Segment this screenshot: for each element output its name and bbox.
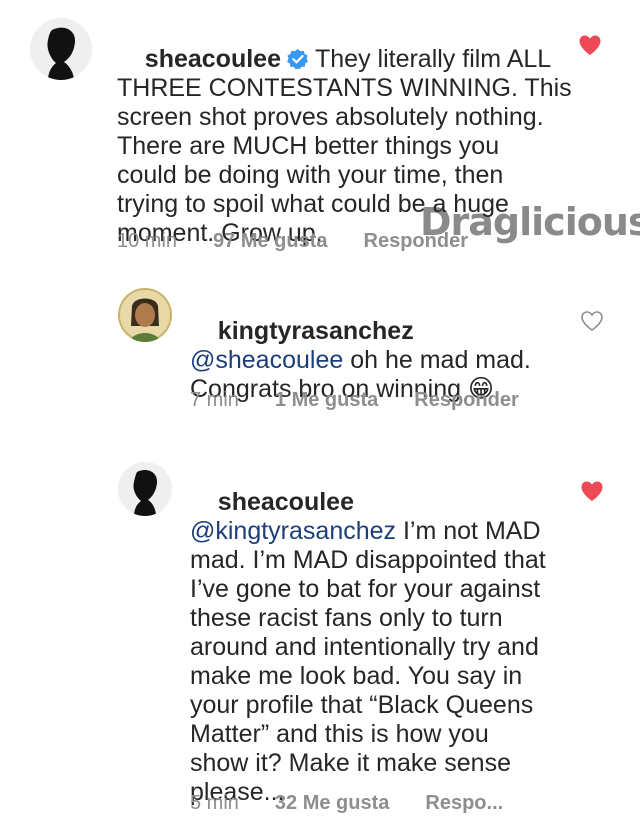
comment-meta: 10 min 97 Me gusta Responder xyxy=(117,230,468,253)
comment-text-line: your profile that “Black Queens xyxy=(190,691,534,719)
verified-badge-icon xyxy=(287,48,309,70)
avatar[interactable] xyxy=(118,462,172,516)
comment-text-line: make me look bad. You say in xyxy=(190,662,523,690)
comment-time: 10 min xyxy=(117,230,178,252)
heart-liked-icon[interactable] xyxy=(580,480,604,502)
comment-text-line: could be doing with your time, then xyxy=(117,161,504,189)
comment-username[interactable]: sheacoulee xyxy=(145,45,281,73)
comment-username[interactable]: sheacoulee xyxy=(218,488,354,516)
comment-mention[interactable]: @sheacoulee xyxy=(190,346,343,374)
avatar[interactable] xyxy=(118,288,172,342)
comment-text-line: I’ve gone to bat for your against xyxy=(190,575,541,603)
heart-outline-icon[interactable] xyxy=(580,310,604,332)
heart-liked-icon[interactable] xyxy=(578,34,602,56)
avatar-image xyxy=(30,18,92,80)
comment-text-line: I’m not MAD xyxy=(396,517,541,545)
comment-text-line: They literally film ALL xyxy=(314,45,552,73)
avatar-image xyxy=(118,288,172,342)
reply-button[interactable]: Responder xyxy=(364,230,468,253)
comment-text-line: Matter” and this is how you xyxy=(190,720,489,748)
comment-likes[interactable]: 32 Me gusta xyxy=(275,792,389,815)
comment-text-line: these racist fans only to turn xyxy=(190,604,503,632)
comment-text-line: There are MUCH better things you xyxy=(117,132,500,160)
avatar-image xyxy=(118,462,172,516)
comment-text-line: oh he mad mad. xyxy=(343,346,531,374)
comment-mention[interactable]: @kingtyrasanchez xyxy=(190,517,396,545)
reply-button[interactable]: Responder xyxy=(414,389,518,412)
comment-time: 5 min xyxy=(190,792,239,814)
comment-likes[interactable]: 97 Me gusta xyxy=(213,230,327,253)
comment-text-line: THREE CONTESTANTS WINNING. This xyxy=(117,74,572,102)
comment-meta: 7 min 1 Me gusta Responder xyxy=(190,389,519,412)
comment-username[interactable]: kingtyrasanchez xyxy=(218,317,414,345)
comment-text-line: mad. I’m MAD disappointed that xyxy=(190,546,546,574)
comment-text-line: screen shot proves absolutely nothing. xyxy=(117,103,544,131)
comment-text-line: trying to spoil what could be a huge xyxy=(117,190,509,218)
comment-likes[interactable]: 1 Me gusta xyxy=(275,389,378,412)
comment-text-line: show it? Make it make sense xyxy=(190,749,511,777)
comment-meta: 5 min 32 Me gusta Respo... xyxy=(190,792,503,815)
comment-time: 7 min xyxy=(190,389,239,411)
comment-text-line: around and intentionally try and xyxy=(190,633,539,661)
reply-button[interactable]: Respo... xyxy=(425,792,503,815)
avatar[interactable] xyxy=(30,18,92,80)
